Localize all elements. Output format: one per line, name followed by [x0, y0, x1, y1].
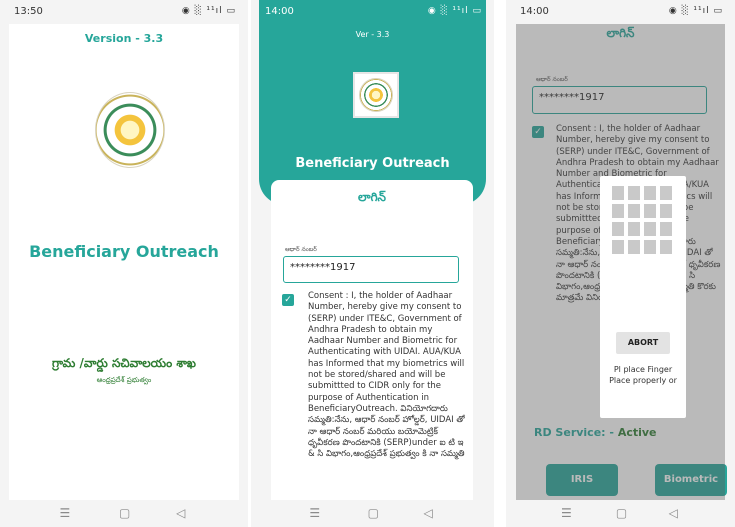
login-header: Ver - 3.3 Beneficiary Outreach	[259, 0, 486, 205]
navigation-bar: ☰ ▢ ◁	[506, 500, 735, 527]
government-emblem-icon	[359, 78, 393, 112]
government-emblem-icon	[95, 92, 165, 168]
back-icon[interactable]: ◁	[424, 506, 433, 520]
version-label: Version - 3.3	[84, 32, 164, 45]
login-screen: Ver - 3.3 Beneficiary Outreach 14:00 ◉ ░…	[251, 0, 494, 527]
status-bar: 14:00 ◉ ░ ¹¹ıl ▭	[506, 0, 735, 24]
status-bar: 14:00 ◉ ░ ¹¹ıl ▭	[251, 0, 494, 24]
status-time: 14:00	[520, 6, 549, 17]
status-time: 14:00	[265, 6, 294, 17]
status-icons: ◉ ░ ¹¹ıl ▭	[668, 6, 723, 16]
navigation-bar: ☰ ▢ ◁	[251, 500, 494, 527]
home-icon[interactable]: ▢	[119, 506, 130, 520]
app-title: Beneficiary Outreach	[295, 156, 450, 171]
login-title: లాగిన్	[358, 190, 386, 204]
aadhaar-label: ఆధార్ నంబర్	[285, 246, 317, 253]
back-icon[interactable]: ◁	[669, 506, 678, 520]
status-bar: 13:50 ◉ ░ ¹¹ıl ▭	[0, 0, 248, 24]
navigation-bar: ☰ ▢ ◁	[0, 500, 248, 527]
government-name: ఆంధ్రప్రదేశ్ ప్రభుత్వం	[96, 376, 152, 384]
fingerprint-scan-icon	[612, 186, 674, 254]
home-icon[interactable]: ▢	[616, 506, 627, 520]
consent-checkbox[interactable]: ✓	[282, 294, 294, 306]
splash-content: Version - 3.3 Beneficiary Outreach గ్రామ…	[9, 24, 239, 500]
back-icon[interactable]: ◁	[176, 506, 185, 520]
login-card: లాగిన్ ఆధార్ నంబర్ ********1917 ✓ Consen…	[271, 180, 473, 500]
finger-message: Pl place Finger Place properly or	[609, 365, 677, 385]
consent-text: Consent : I, the holder of Aadhaar Numbe…	[308, 291, 465, 460]
home-icon[interactable]: ▢	[368, 506, 379, 520]
abort-button[interactable]: ABORT	[616, 332, 670, 354]
logo-frame	[353, 72, 399, 118]
biometric-screen: 14:00 ◉ ░ ¹¹ıl ▭ లాగిన్ ఆధార్ నంబర్ ****…	[506, 0, 735, 527]
app-title: Beneficiary Outreach	[29, 242, 219, 261]
status-icons: ◉ ░ ¹¹ıl ▭	[427, 6, 482, 16]
login-page: లాగిన్ ఆధార్ నంబర్ ********1917 ✓ Consen…	[516, 24, 727, 500]
splash-screen: 13:50 ◉ ░ ¹¹ıl ▭ Version - 3.3 Beneficia…	[0, 0, 248, 527]
menu-icon[interactable]: ☰	[561, 506, 572, 520]
department-name: గ్రామ /వార్డు సచివాలయం శాఖ	[52, 356, 196, 370]
aadhaar-input[interactable]: ********1917	[283, 256, 459, 283]
version-label: Ver - 3.3	[355, 30, 390, 39]
status-icons: ◉ ░ ¹¹ıl ▭	[181, 6, 236, 16]
status-time: 13:50	[14, 6, 43, 17]
menu-icon[interactable]: ☰	[60, 506, 71, 520]
menu-icon[interactable]: ☰	[309, 506, 320, 520]
fingerprint-dialog: ABORT Pl place Finger Place properly or	[600, 176, 686, 418]
